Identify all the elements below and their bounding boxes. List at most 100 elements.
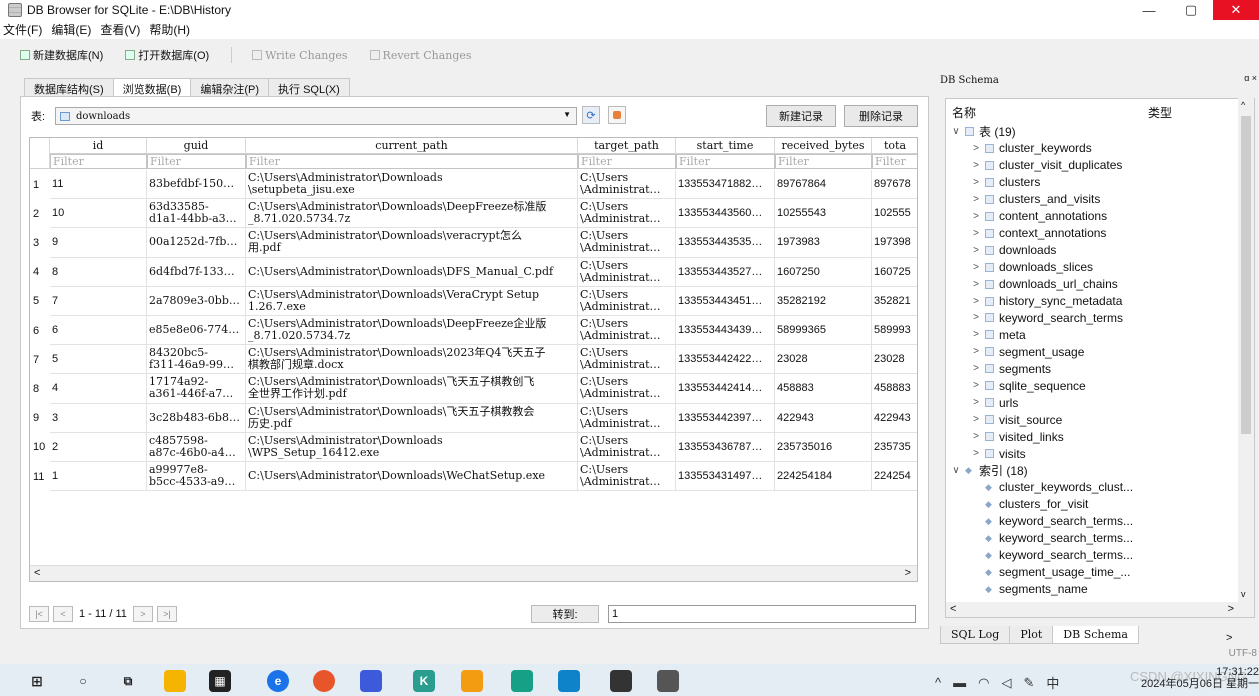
goto-input[interactable]: 1 <box>608 605 916 623</box>
cell-id[interactable]: 2 <box>50 432 147 462</box>
column-header-current_path[interactable]: current_path <box>246 138 578 154</box>
cell-received_bytes[interactable]: 1607250 <box>775 257 872 287</box>
cell-received_bytes[interactable]: 224254184 <box>775 462 872 492</box>
expand-arrow-icon[interactable]: > <box>970 160 982 171</box>
expand-arrow-icon[interactable]: > <box>970 262 982 273</box>
cell-target_path[interactable]: C:\Users \Administrat… <box>578 316 676 346</box>
row-number[interactable]: 8 <box>30 374 50 403</box>
task-view-icon[interactable]: ⧉ <box>117 670 139 692</box>
cell-target_path[interactable]: C:\Users \Administrat… <box>578 403 676 433</box>
cell-total[interactable]: 897678 <box>872 170 917 200</box>
horizontal-scrollbar[interactable]: < > <box>30 565 917 581</box>
tree-item-table-downloads_slices[interactable]: > downloads_slices <box>970 259 1093 276</box>
scroll-right-icon[interactable]: > <box>905 567 911 579</box>
tab-sql-log[interactable]: SQL Log <box>940 626 1011 644</box>
tray-up-icon[interactable]: ^ <box>935 675 941 690</box>
tree-item-index[interactable]: ◆ keyword_search_terms... <box>970 547 1133 564</box>
cell-received_bytes[interactable]: 35282192 <box>775 286 872 316</box>
cell-current_path[interactable]: C:\Users\Administrator\Downloads\DeepFre… <box>246 199 578 229</box>
store-icon[interactable]: ▦ <box>209 670 231 692</box>
cell-received_bytes[interactable]: 458883 <box>775 374 872 404</box>
note-app-icon[interactable] <box>461 670 483 692</box>
filter-input-target_path[interactable]: Filter <box>578 154 676 169</box>
tab-browse-data[interactable]: 浏览数据(B) <box>112 78 192 97</box>
cell-current_path[interactable]: C:\Users\Administrator\Downloads\VeraCry… <box>246 286 578 316</box>
row-number[interactable]: 6 <box>30 316 50 345</box>
filter-input-current_path[interactable]: Filter <box>246 154 578 169</box>
cell-guid[interactable]: 63d33585- d1a1-44bb-a3… <box>147 199 246 229</box>
tree-item-table-meta[interactable]: > meta <box>970 326 1026 343</box>
clear-filters-button[interactable] <box>608 106 626 124</box>
cell-start_time[interactable]: 133553443439… <box>676 316 775 346</box>
tree-item-table-keyword_search_terms[interactable]: > keyword_search_terms <box>970 309 1123 326</box>
cell-current_path[interactable]: C:\Users\Administrator\Downloads \WPS_Se… <box>246 432 578 462</box>
expand-arrow-icon[interactable]: > <box>970 329 982 340</box>
tree-item-index[interactable]: ◆ keyword_search_terms... <box>970 513 1133 530</box>
search-icon[interactable]: ○ <box>72 670 94 692</box>
tree-item-table-history_sync_metadata[interactable]: > history_sync_metadata <box>970 293 1122 310</box>
cell-guid[interactable]: a99977e8- b5cc-4533-a9… <box>147 462 246 492</box>
tree-item-table-visit_source[interactable]: > visit_source <box>970 411 1062 428</box>
new-database-button[interactable]: 新建数据库(N) <box>20 47 103 63</box>
column-header-guid[interactable]: guid <box>147 138 246 154</box>
schema-scroll-left-icon[interactable]: < <box>950 603 956 615</box>
menu-help[interactable]: 帮助(H) <box>149 21 190 38</box>
tree-item-index[interactable]: ◆ segments_name <box>970 581 1088 598</box>
cell-target_path[interactable]: C:\Users \Administrat… <box>578 374 676 404</box>
cell-guid[interactable]: 3c28b483-6b8… <box>147 403 246 433</box>
tree-item-table-downloads_url_chains[interactable]: > downloads_url_chains <box>970 276 1118 293</box>
previous-page-button[interactable]: < <box>53 606 73 622</box>
expanded-arrow-icon[interactable]: ∨ <box>950 465 962 476</box>
tray-ime-icon[interactable]: 中 <box>1046 673 1059 692</box>
cell-total[interactable]: 589993 <box>872 316 917 346</box>
green-app-icon[interactable] <box>511 670 533 692</box>
app-icon-k[interactable]: K <box>413 670 435 692</box>
tray-volume-icon[interactable]: ◁ <box>1001 675 1011 691</box>
cell-target_path[interactable]: C:\Users \Administrat… <box>578 170 676 200</box>
column-header-target_path[interactable]: target_path <box>578 138 676 154</box>
cell-target_path[interactable]: C:\Users \Administrat… <box>578 257 676 287</box>
cell-total[interactable]: 160725 <box>872 258 917 287</box>
tree-item-index[interactable]: ◆ keyword_search_terms... <box>970 530 1133 547</box>
cell-guid[interactable]: 00a1252d-7fb… <box>147 228 246 258</box>
cell-guid[interactable]: 2a7809e3-0bb… <box>147 286 246 316</box>
edge-icon[interactable]: e <box>267 670 289 692</box>
cell-total[interactable]: 102555 <box>872 199 917 229</box>
row-number[interactable]: 4 <box>30 258 50 287</box>
cell-target_path[interactable]: C:\Users \Administrat… <box>578 462 676 492</box>
expand-arrow-icon[interactable]: > <box>970 431 982 442</box>
cell-start_time[interactable]: 133553431497… <box>676 462 775 492</box>
close-button[interactable]: ✕ <box>1213 0 1259 20</box>
schema-scroll-right-icon[interactable]: > <box>1228 603 1234 615</box>
tree-group-indexes[interactable]: ∨ ◆ 索引 (18) <box>950 462 1027 479</box>
cell-received_bytes[interactable]: 1973983 <box>775 228 872 258</box>
refresh-button[interactable]: ⟳ <box>582 106 600 124</box>
last-page-button[interactable]: >| <box>156 606 177 622</box>
cell-id[interactable]: 3 <box>50 403 147 433</box>
expand-arrow-icon[interactable]: > <box>970 143 982 154</box>
cell-received_bytes[interactable]: 89767864 <box>775 170 872 200</box>
expand-arrow-icon[interactable]: > <box>970 194 982 205</box>
cell-id[interactable]: 11 <box>50 170 147 200</box>
column-header-total[interactable]: tota <box>872 138 917 154</box>
open-database-button[interactable]: 打开数据库(O) <box>125 47 209 63</box>
row-number[interactable]: 9 <box>30 404 50 433</box>
tree-item-table-downloads[interactable]: > downloads <box>970 242 1056 259</box>
table-select[interactable]: downloads ▼ <box>55 107 577 125</box>
maximize-button[interactable]: ▢ <box>1171 0 1211 20</box>
cell-start_time[interactable]: 133553442422… <box>676 345 775 375</box>
tree-item-table-cluster_visit_duplicates[interactable]: > cluster_visit_duplicates <box>970 157 1122 174</box>
tab-edit-pragmas[interactable]: 编辑杂注(P) <box>190 78 270 96</box>
row-number[interactable]: 2 <box>30 199 50 228</box>
cell-id[interactable]: 1 <box>50 462 147 492</box>
schema-vertical-scrollbar[interactable]: ^ v <box>1238 98 1254 603</box>
expand-arrow-icon[interactable]: > <box>970 177 982 188</box>
menu-view[interactable]: 查看(V) <box>100 21 140 38</box>
shield-app-icon[interactable] <box>360 670 382 692</box>
expanded-arrow-icon[interactable]: ∨ <box>950 126 962 137</box>
cell-id[interactable]: 10 <box>50 199 147 229</box>
cell-received_bytes[interactable]: 235735016 <box>775 432 872 462</box>
cell-guid[interactable]: 6d4fbd7f-133… <box>147 257 246 287</box>
row-number[interactable]: 3 <box>30 228 50 257</box>
cell-start_time[interactable]: 133553443451… <box>676 286 775 316</box>
